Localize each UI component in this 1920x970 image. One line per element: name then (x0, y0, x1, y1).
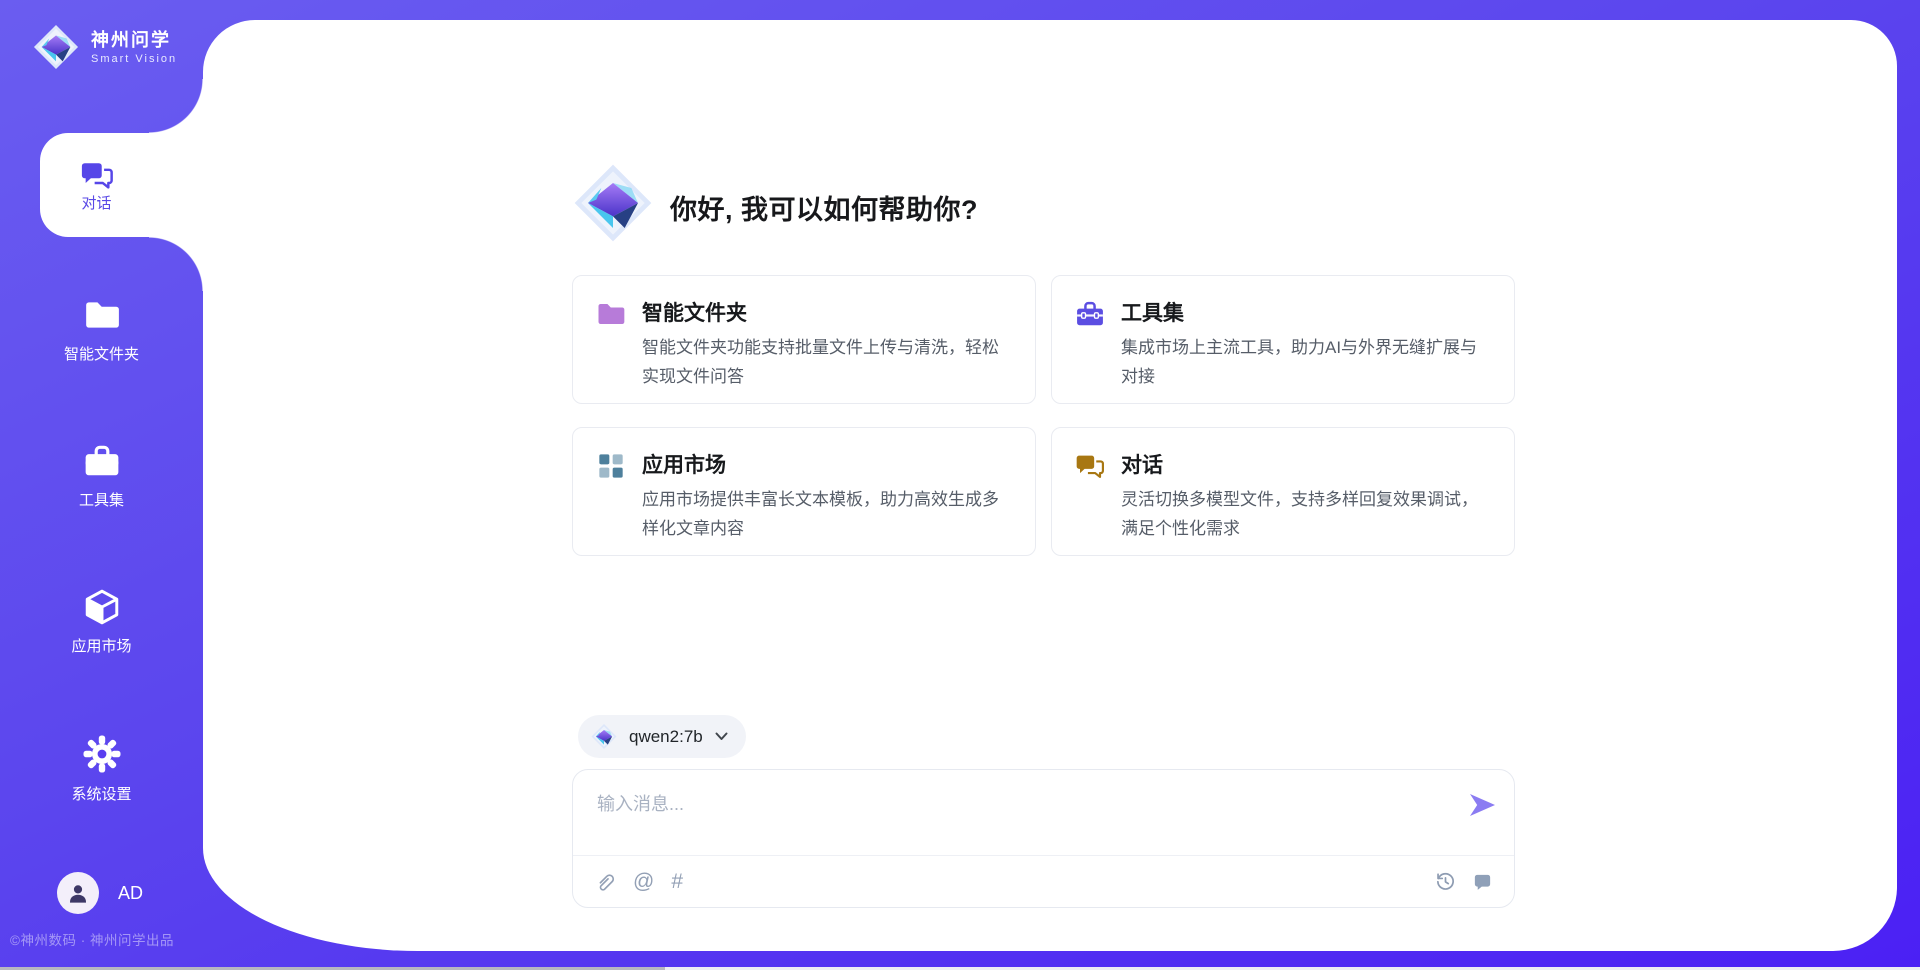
copyright-text: ©神州数码 · 神州问学出品 (10, 929, 230, 949)
tab-curve-top (149, 79, 203, 133)
welcome-diamond-icon (573, 162, 653, 244)
avatar (57, 872, 99, 914)
message-composer: @ # (572, 769, 1515, 908)
toolbox-icon (83, 442, 121, 480)
sidebar-item-label: 对话 (81, 192, 111, 213)
sidebar-item-toolset[interactable]: 工具集 (0, 442, 203, 510)
person-icon (66, 881, 90, 905)
card-title: 智能文件夹 (642, 299, 747, 329)
brand-diamond-icon (33, 22, 79, 72)
card-description: 集成市场上主流工具，助力AI与外界无缝扩展与对接 (1121, 333, 1494, 391)
card-description: 智能文件夹功能支持批量文件上传与清洗，轻松实现文件问答 (642, 333, 1015, 391)
sidebar-item-app-market[interactable]: 应用市场 (0, 588, 203, 656)
card-description: 应用市场提供丰富长文本模板，助力高效生成多样化文章内容 (642, 485, 1015, 543)
composer-toolbar: @ # (573, 855, 1514, 907)
sidebar-item-label: 系统设置 (71, 783, 131, 804)
card-smart-folder[interactable]: 智能文件夹 智能文件夹功能支持批量文件上传与清洗，轻松实现文件问答 (572, 275, 1036, 404)
mention-icon[interactable]: @ (633, 871, 654, 892)
card-toolset[interactable]: 工具集 集成市场上主流工具，助力AI与外界无缝扩展与对接 (1051, 275, 1515, 404)
chat-icon (79, 158, 115, 192)
tab-curve-bottom (149, 237, 203, 291)
cube-icon (83, 588, 121, 626)
brand-diamond-icon (591, 723, 617, 750)
sidebar-item-chat[interactable]: 对话 (40, 133, 203, 237)
gear-icon (82, 734, 122, 774)
greeting-title: 你好, 我可以如何帮助你? (670, 188, 978, 227)
app-brand: 神州问学 Smart Vision (33, 22, 177, 72)
card-app-market[interactable]: 应用市场 应用市场提供丰富长文本模板，助力高效生成多样化文章内容 (572, 427, 1036, 556)
sidebar-item-settings[interactable]: 系统设置 (0, 734, 203, 804)
card-title: 工具集 (1121, 299, 1184, 329)
composer-toolbar-right (1435, 871, 1493, 892)
feature-cards-grid: 智能文件夹 智能文件夹功能支持批量文件上传与清洗，轻松实现文件问答 工具集 集成… (572, 275, 1515, 556)
model-name: qwen2:7b (629, 727, 703, 747)
user-profile[interactable]: AD (57, 872, 143, 914)
folder-icon (83, 296, 121, 334)
card-title: 对话 (1121, 451, 1163, 481)
card-title: 应用市场 (642, 451, 726, 481)
sidebar-item-smart-folder[interactable]: 智能文件夹 (0, 296, 203, 364)
chat-icon (1075, 451, 1105, 481)
folder-icon (596, 299, 626, 329)
card-description: 灵活切换多模型文件，支持多样回复效果调试，满足个性化需求 (1121, 485, 1494, 543)
message-input[interactable] (597, 790, 1457, 848)
sidebar-item-label: 智能文件夹 (64, 343, 139, 364)
card-chat[interactable]: 对话 灵活切换多模型文件，支持多样回复效果调试，满足个性化需求 (1051, 427, 1515, 556)
app-title: 神州问学 (91, 29, 177, 51)
model-selector[interactable]: qwen2:7b (578, 715, 746, 758)
app-subtitle: Smart Vision (91, 53, 177, 65)
user-name: AD (118, 883, 143, 904)
grid-icon (596, 451, 626, 481)
history-icon[interactable] (1435, 871, 1456, 892)
conversation-bubble-icon[interactable] (1472, 871, 1493, 892)
sidebar-item-label: 应用市场 (71, 635, 131, 656)
send-icon[interactable] (1467, 790, 1497, 820)
topic-hash-icon[interactable]: # (671, 871, 683, 892)
attachment-icon[interactable] (594, 871, 616, 893)
chevron-down-icon (715, 732, 728, 741)
sidebar-item-label: 工具集 (79, 489, 124, 510)
toolbox-icon (1075, 299, 1105, 329)
